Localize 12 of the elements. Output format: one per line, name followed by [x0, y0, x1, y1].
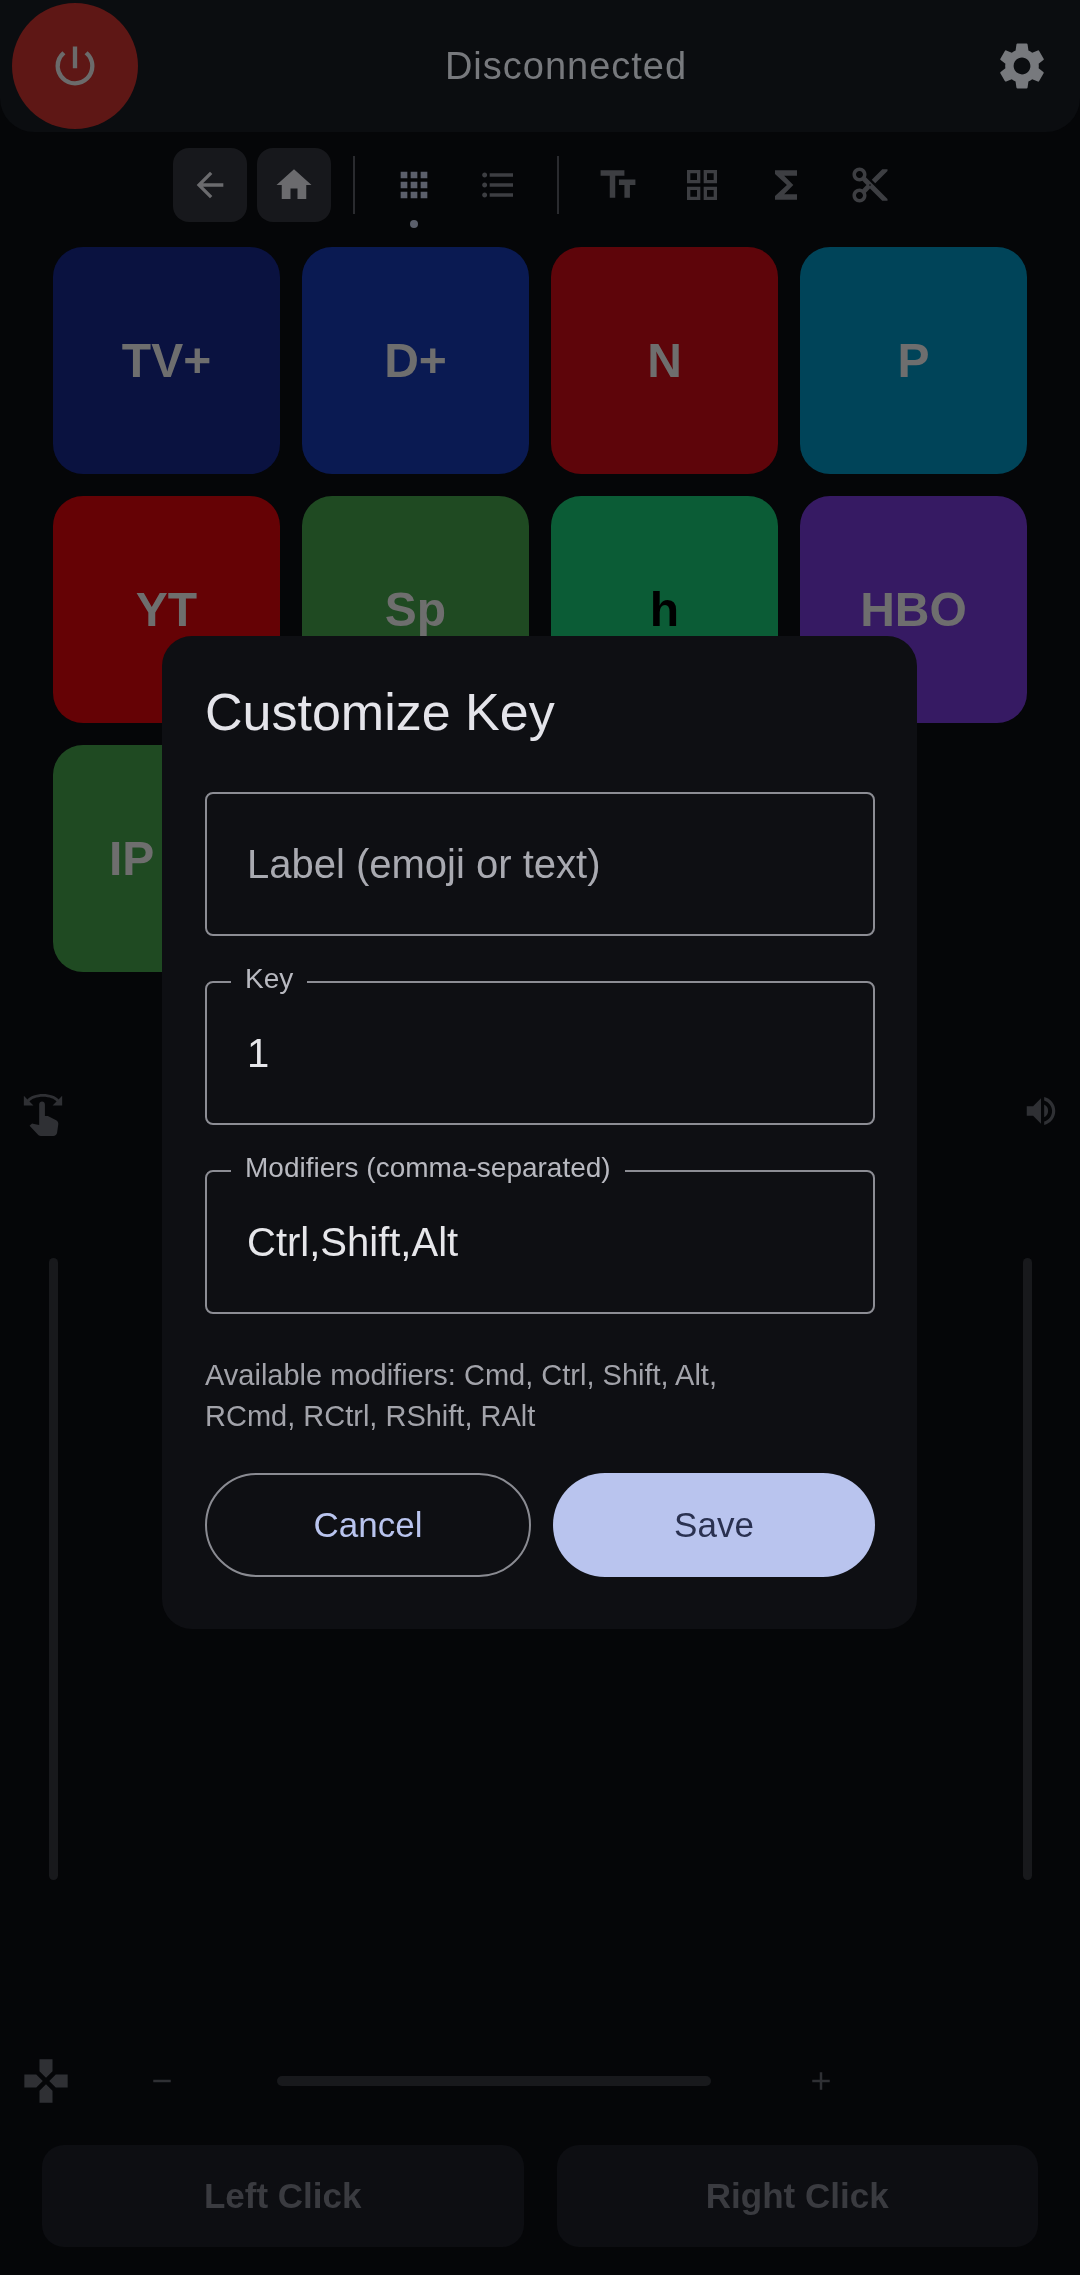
- shortcut-key-tile[interactable]: P: [800, 247, 1027, 474]
- connection-status: Disconnected: [444, 44, 688, 88]
- shortcut-key-tile[interactable]: N: [551, 247, 778, 474]
- helper-text: Available modifiers: Cmd, Ctrl, Shift, Alt, RCmd, RCtrl, RShift, RAlt: [205, 1358, 718, 1434]
- back-button[interactable]: [173, 148, 247, 222]
- cancel-button[interactable]: Cancel: [205, 1473, 531, 1577]
- home-button[interactable]: [257, 148, 331, 222]
- shortcut-key-tile[interactable]: D+: [302, 247, 529, 474]
- save-button[interactable]: Save: [553, 1473, 875, 1577]
- selected-dot: [410, 220, 418, 228]
- shortcut-key-tile[interactable]: TV+: [53, 247, 280, 474]
- input-field[interactable]: Label (emoji or text): [205, 792, 875, 936]
